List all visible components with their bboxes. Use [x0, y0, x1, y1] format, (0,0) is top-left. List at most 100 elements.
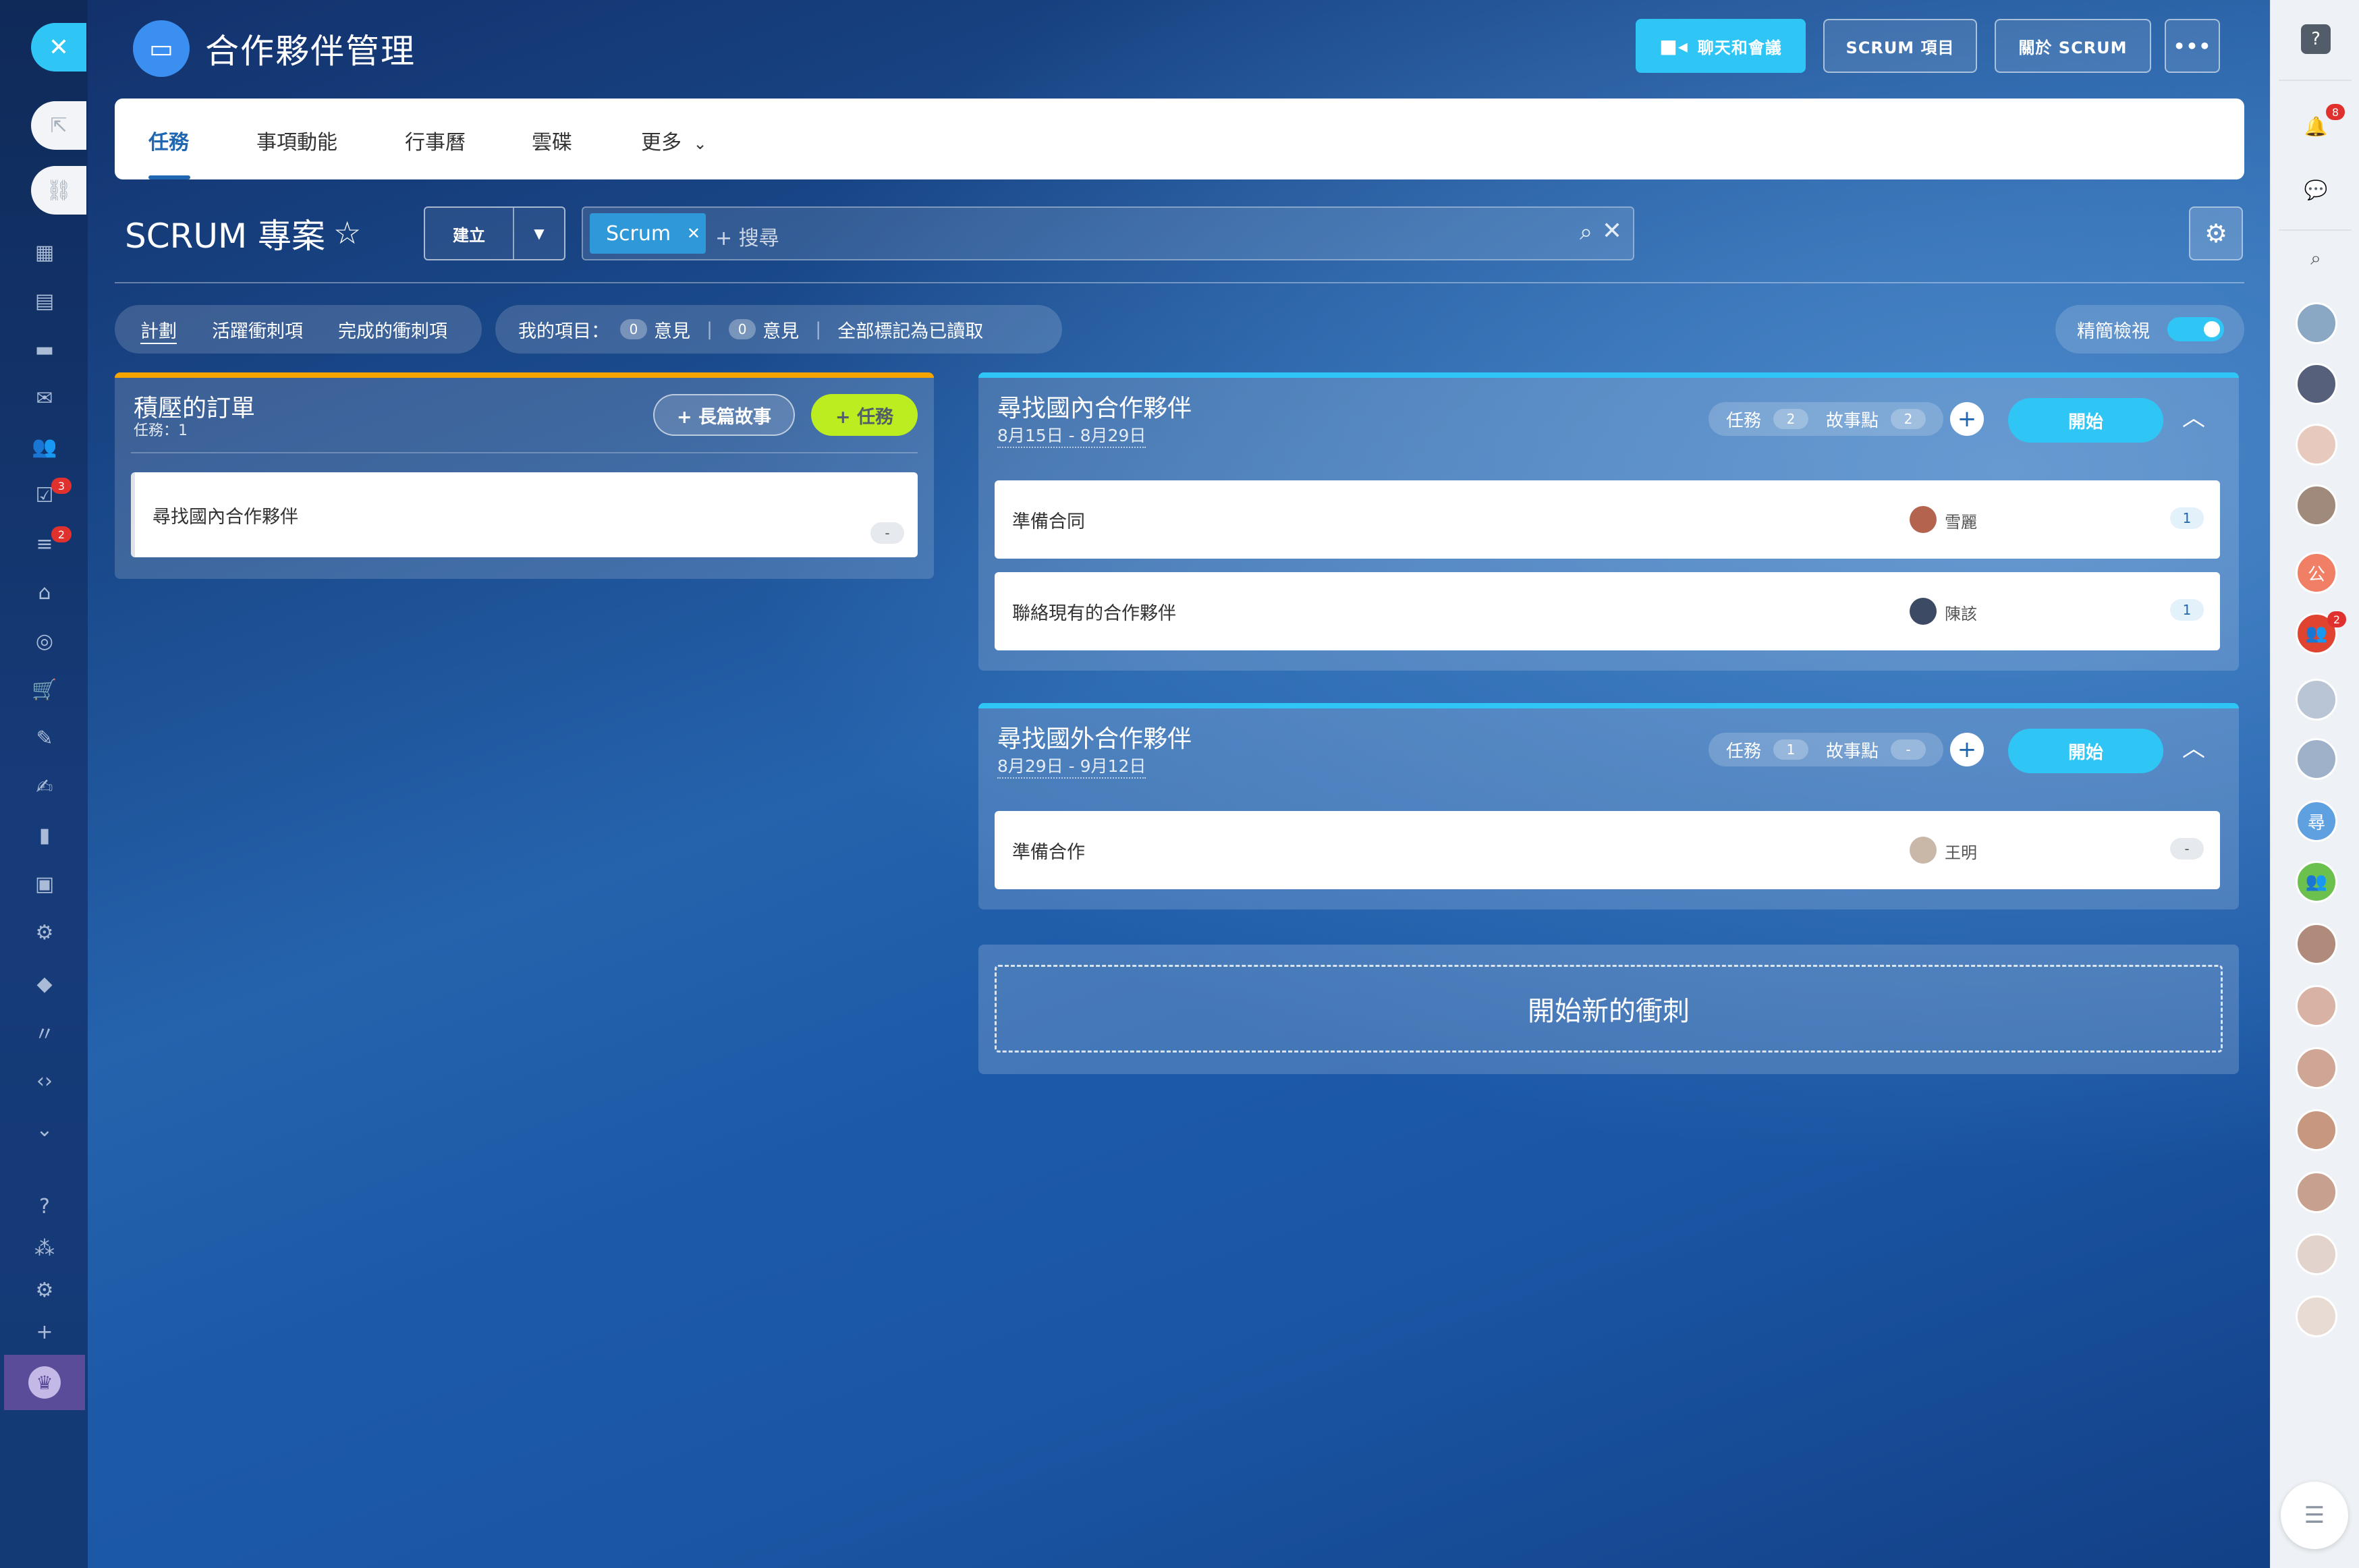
- tab-activity[interactable]: 事項動能: [256, 125, 337, 155]
- plus-icon[interactable]: +: [30, 1317, 59, 1347]
- contact-avatar[interactable]: [2296, 302, 2337, 344]
- contact-avatar[interactable]: [2296, 985, 2337, 1027]
- chat-meeting-button[interactable]: ■◂ 聊天和會議: [1636, 19, 1806, 73]
- calendar-icon[interactable]: ▦: [30, 237, 59, 267]
- users-icon[interactable]: 👥: [30, 432, 59, 461]
- target-icon[interactable]: ◎: [30, 626, 59, 656]
- chip-remove-icon[interactable]: ✕: [687, 224, 700, 243]
- sprint-item[interactable]: 準備合同 雪麗 1: [995, 480, 2220, 559]
- code-icon[interactable]: ‹›: [30, 1066, 59, 1096]
- sign-icon[interactable]: ✍: [30, 772, 59, 802]
- crown-icon[interactable]: ♛: [4, 1355, 85, 1410]
- create-button[interactable]: 建立 ▼: [424, 206, 565, 260]
- link-icon[interactable]: ⛓: [31, 166, 86, 215]
- form-icon[interactable]: ✎: [30, 723, 59, 753]
- add-task-button[interactable]: + 任務: [811, 394, 918, 436]
- contact-avatar[interactable]: [2296, 424, 2337, 466]
- clear-icon[interactable]: ✕: [1602, 217, 1622, 245]
- about-scrum-button[interactable]: 關於 SCRUM: [1995, 19, 2151, 73]
- contact-avatar[interactable]: [2296, 1047, 2337, 1089]
- assignee-name[interactable]: 雪麗: [1945, 509, 1977, 532]
- search-box[interactable]: Scrum ✕ + 搜尋 ⌕ ✕: [582, 206, 1634, 260]
- mail-icon[interactable]: ✉: [30, 383, 59, 413]
- tab-more[interactable]: 更多 ⌄: [641, 125, 707, 155]
- assignee-name[interactable]: 王明: [1945, 839, 1977, 863]
- contact-avatar[interactable]: 尋: [2296, 800, 2337, 842]
- contact-avatar[interactable]: [2296, 923, 2337, 965]
- view-completed-sprint[interactable]: 完成的衝刺項: [338, 316, 447, 343]
- star-icon[interactable]: ☆: [333, 215, 361, 251]
- contact-avatar[interactable]: [2296, 484, 2337, 526]
- sprint-dates[interactable]: 8月29日 - 9月12日: [997, 753, 1146, 779]
- contact-avatar[interactable]: [2296, 1295, 2337, 1337]
- marketing-icon[interactable]: 〃: [30, 1017, 59, 1047]
- id-card-icon[interactable]: ▣: [30, 869, 59, 899]
- list-icon[interactable]: ☰: [2281, 1482, 2348, 1549]
- tab-calendar[interactable]: 行事曆: [405, 125, 466, 155]
- contact-avatar[interactable]: [2296, 1109, 2337, 1151]
- chevron-up-icon[interactable]: ︿: [2182, 399, 2205, 432]
- contact-avatar[interactable]: [2296, 738, 2337, 780]
- more-button[interactable]: •••: [2165, 19, 2220, 73]
- sprint-item[interactable]: 聯絡現有的合作夥伴 陳該 1: [995, 572, 2220, 650]
- scrum-items-button[interactable]: SCRUM 項目: [1823, 19, 1977, 73]
- backlog-item[interactable]: 尋找國內合作夥伴 -: [131, 472, 918, 557]
- box-icon[interactable]: ◆: [30, 969, 59, 999]
- filter-chip[interactable]: Scrum ✕: [590, 213, 706, 254]
- comments-filter-2[interactable]: 意見: [762, 316, 799, 343]
- chevron-up-icon[interactable]: ︿: [2182, 730, 2205, 763]
- add-item-button[interactable]: +: [1950, 733, 1984, 766]
- mark-all-read-link[interactable]: 全部標記為已讀取: [837, 316, 983, 343]
- caret-down-icon[interactable]: ▼: [514, 208, 564, 259]
- contact-avatar[interactable]: [2296, 1233, 2337, 1275]
- add-item-button[interactable]: +: [1950, 402, 1984, 436]
- contact-avatar[interactable]: [2296, 363, 2337, 405]
- contact-avatar[interactable]: [2296, 679, 2337, 721]
- tab-tasks[interactable]: 任務: [148, 125, 189, 155]
- folder-icon: ▭: [133, 20, 190, 77]
- search-icon[interactable]: ⌕: [2298, 240, 2334, 277]
- story-points-badge[interactable]: -: [2170, 838, 2204, 860]
- avatar[interactable]: [1910, 837, 1937, 864]
- view-active-sprint[interactable]: 活躍衝刺項: [212, 316, 303, 343]
- comments-filter[interactable]: 意見: [654, 316, 690, 343]
- compact-view-toggle[interactable]: 精簡檢視: [2055, 305, 2244, 354]
- search-icon[interactable]: ⌕: [1580, 219, 1592, 246]
- contact-avatar[interactable]: [2296, 1171, 2337, 1213]
- chevron-down-icon[interactable]: ⌄: [30, 1115, 59, 1144]
- chat-icon[interactable]: 💬: [2298, 171, 2334, 208]
- start-sprint-button[interactable]: 開始: [2008, 398, 2163, 443]
- story-points-badge[interactable]: -: [870, 522, 904, 544]
- story-points-badge[interactable]: 1: [2170, 507, 2204, 529]
- toggle-switch[interactable]: [2167, 317, 2224, 341]
- add-epic-button[interactable]: + 長篇故事: [653, 394, 795, 436]
- sprint-dates[interactable]: 8月15日 - 8月29日: [997, 422, 1146, 448]
- create-label[interactable]: 建立: [425, 208, 514, 259]
- new-sprint-panel: 開始新的衝刺: [978, 945, 2239, 1074]
- close-icon[interactable]: ✕: [31, 23, 86, 72]
- tab-drive[interactable]: 雲碟: [532, 125, 572, 155]
- help-icon[interactable]: ?: [30, 1192, 59, 1221]
- contact-avatar[interactable]: 公: [2296, 552, 2337, 594]
- search-input[interactable]: + 搜尋: [715, 221, 779, 251]
- cart-icon[interactable]: 🛒: [30, 675, 59, 704]
- settings-icon[interactable]: ⚙: [30, 1275, 59, 1305]
- avatar[interactable]: [1910, 598, 1937, 625]
- assignee-name[interactable]: 陳該: [1945, 600, 1977, 624]
- external-link-icon[interactable]: ⇱: [31, 101, 86, 150]
- avatar[interactable]: [1910, 506, 1937, 533]
- story-points-badge[interactable]: 1: [2170, 599, 2204, 621]
- drive-icon[interactable]: ▬: [30, 335, 59, 364]
- document-icon[interactable]: ▤: [30, 286, 59, 316]
- start-new-sprint-button[interactable]: 開始新的衝刺: [995, 965, 2223, 1053]
- group-avatar[interactable]: 👥: [2296, 861, 2337, 903]
- robot-icon[interactable]: ⚙: [30, 918, 59, 947]
- help-icon[interactable]: ?: [2301, 24, 2331, 54]
- network-icon[interactable]: ⁂: [30, 1233, 59, 1263]
- start-sprint-button[interactable]: 開始: [2008, 729, 2163, 773]
- bank-icon[interactable]: ⌂: [30, 578, 59, 607]
- settings-gear-button[interactable]: ⚙: [2189, 206, 2243, 260]
- view-plan[interactable]: 計劃: [140, 316, 177, 343]
- sprint-item[interactable]: 準備合作 王明 -: [995, 811, 2220, 889]
- chart-icon[interactable]: ▮: [30, 820, 59, 850]
